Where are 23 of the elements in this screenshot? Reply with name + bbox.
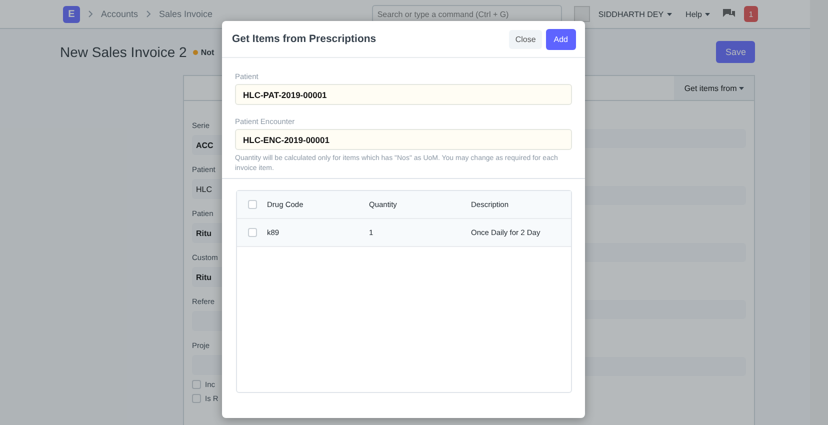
checkbox[interactable] [248,200,256,209]
help-menu[interactable]: Help [686,10,702,18]
dialog-title: Get Items from Prescriptions [232,33,376,45]
checkbox[interactable] [192,394,201,403]
caret-icon [705,12,710,16]
close-button[interactable]: Close [509,30,542,48]
checkbox[interactable] [192,380,201,389]
chat-icon[interactable] [722,8,736,20]
status-dot [192,50,198,54]
add-button[interactable]: Add [546,28,576,50]
page-title: New Sales Invoice 2 [60,44,187,60]
checkbox[interactable] [248,228,256,237]
input-field[interactable]: HLC-PAT-2019-00001 [235,84,572,105]
avatar-icon[interactable] [574,6,590,22]
caret-icon [666,12,672,16]
status-indicator: Not [200,48,214,56]
user-menu[interactable]: SIDDHARTH DEY [598,10,664,18]
input-field[interactable]: HLC-ENC-2019-00001 [235,129,572,150]
get-items-button[interactable]: Get items from [674,76,754,100]
caret-icon [739,86,744,90]
chevron-icon [88,10,93,18]
chevron-icon [146,10,152,18]
scrollbar[interactable] [810,0,828,425]
